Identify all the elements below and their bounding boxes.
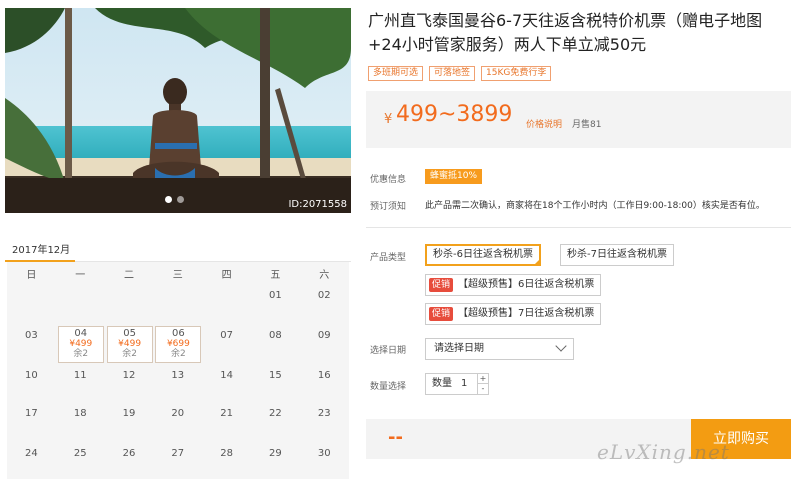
tag-free-luggage: 15KG免费行李	[481, 66, 552, 81]
calendar-day-number: 05	[123, 328, 136, 339]
promo-tag: 促销	[429, 307, 454, 321]
calendar-day-stock: 余2	[73, 349, 89, 359]
booking-label: 预订须知	[370, 202, 407, 212]
price-panel: ¥ 499~3899 价格说明 月售81	[366, 91, 791, 148]
product-tags: 多班期可选 可落地签 15KG免费行李	[368, 66, 552, 81]
calendar-day: 01	[269, 290, 282, 301]
calendar-day: 02	[317, 290, 331, 301]
calendar-day: 17	[25, 408, 38, 419]
carousel-dots[interactable]	[165, 196, 184, 203]
calendar-day: 12	[122, 370, 136, 381]
calendar-day: 20	[171, 408, 185, 419]
calendar-day-stock: 余2	[122, 349, 137, 359]
calendar-day: 14	[220, 370, 233, 381]
weekday-label: 四	[221, 270, 232, 281]
calendar-day: 27	[171, 448, 185, 459]
calendar-day: 03	[25, 330, 38, 341]
beach-yoga-photo	[5, 8, 351, 213]
promo-option-label: 【超级预售】7日往返含税机票	[458, 308, 595, 319]
promo-tag: 促销	[429, 278, 454, 292]
calendar-day: 08	[269, 330, 282, 341]
calendar-day: 23	[317, 408, 331, 419]
quantity-label: 数量选择	[370, 382, 407, 392]
total-price: --	[388, 427, 403, 448]
selected-check-icon	[532, 258, 541, 266]
calendar-day: 15	[269, 370, 282, 381]
calendar-day: 11	[73, 370, 87, 381]
calendar-day: 22	[269, 408, 282, 419]
tag-multi-schedule: 多班期可选	[368, 66, 424, 81]
calendar-day: 30	[317, 448, 331, 459]
weekday-label: 二	[123, 270, 134, 281]
quantity-value[interactable]: 1	[461, 374, 467, 394]
calendar-day-price: ¥499	[69, 339, 93, 349]
promo-option-6day[interactable]: 促销 【超级预售】6日往返含税机票	[425, 274, 602, 296]
calendar-day: 10	[25, 370, 38, 381]
type-option-label: 秒杀-6日往返含税机票	[433, 249, 533, 260]
calendar-day: 26	[122, 448, 136, 459]
quantity-stepper[interactable]: 数量 1 + -	[425, 373, 489, 395]
calendar-day: 18	[73, 408, 87, 419]
calendar-day: 09	[317, 330, 331, 341]
calendar-day: 24	[25, 448, 38, 459]
date-label: 选择日期	[370, 346, 407, 356]
type-option-7day[interactable]: 秒杀-7日往返含税机票	[560, 244, 674, 266]
quantity-decrement-button[interactable]: -	[477, 384, 488, 394]
date-select-value: 请选择日期	[434, 343, 484, 354]
calendar-month-tab[interactable]: 2017年12月	[12, 241, 70, 256]
calendar-day: 28	[220, 448, 233, 459]
promo-option-7day[interactable]: 促销 【超级预售】7日往返含税机票	[425, 303, 602, 325]
calendar-day: 13	[171, 370, 185, 381]
chevron-down-icon	[555, 340, 567, 352]
calendar-day-available[interactable]: 04 ¥499 余2	[57, 326, 104, 363]
calendar-day: 25	[73, 448, 87, 459]
price-range: 499~3899	[396, 102, 513, 127]
product-title: 广州直飞泰国曼谷6-7天往返含税特价机票（赠电子地图+24小时管家服务）两人下单…	[368, 11, 763, 54]
discount-label: 优惠信息	[370, 175, 407, 185]
quantity-field-label: 数量	[432, 378, 452, 389]
calendar-day: 19	[122, 408, 136, 419]
calendar-day: 21	[220, 408, 233, 419]
weekday-label: 三	[172, 270, 183, 281]
date-select[interactable]: 请选择日期	[425, 338, 574, 360]
calendar-day-stock: 余2	[171, 349, 186, 359]
calendar-day-price: ¥699	[166, 339, 190, 349]
promo-option-label: 【超级预售】6日往返含税机票	[458, 279, 595, 290]
weekday-label: 一	[75, 270, 86, 281]
type-option-label: 秒杀-7日往返含税机票	[567, 249, 667, 260]
currency-symbol: ¥	[384, 112, 393, 127]
carousel-dot[interactable]	[165, 196, 172, 203]
carousel-dot[interactable]	[177, 196, 184, 203]
booking-notice: 此产品需二次确认，商家将在18个工作小时内（工作日9:00-18:00）核实是否…	[425, 201, 765, 211]
section-divider	[366, 227, 791, 228]
calendar-day-number: 04	[74, 328, 88, 339]
calendar-day-price: ¥499	[118, 339, 142, 349]
weekday-label: 六	[319, 270, 330, 281]
weekday-label: 日	[26, 270, 37, 281]
product-image[interactable]: ID:2071558	[5, 8, 351, 213]
calendar-day-available[interactable]: 06 ¥699 余2	[155, 326, 202, 363]
calendar-day-number: 06	[172, 328, 185, 339]
calendar-day: 29	[269, 448, 282, 459]
calendar-day: 16	[317, 370, 331, 381]
image-id: ID:2071558	[288, 199, 347, 210]
calendar-day-available[interactable]: 05 ¥499 余2	[106, 326, 153, 363]
discount-badge: 蜂蜜抵10%	[425, 169, 483, 184]
type-option-6day[interactable]: 秒杀-6日往返含税机票	[425, 244, 541, 266]
watermark: eLvXing.net	[597, 440, 730, 464]
monthly-sales: 月售81	[572, 120, 602, 130]
price-note-link[interactable]: 价格说明	[526, 117, 562, 130]
weekday-label: 五	[270, 270, 281, 281]
quantity-increment-button[interactable]: +	[477, 374, 488, 384]
tag-visa-on-arrival: 可落地签	[429, 66, 476, 81]
calendar-day: 07	[220, 330, 233, 341]
product-type-label: 产品类型	[370, 253, 407, 263]
